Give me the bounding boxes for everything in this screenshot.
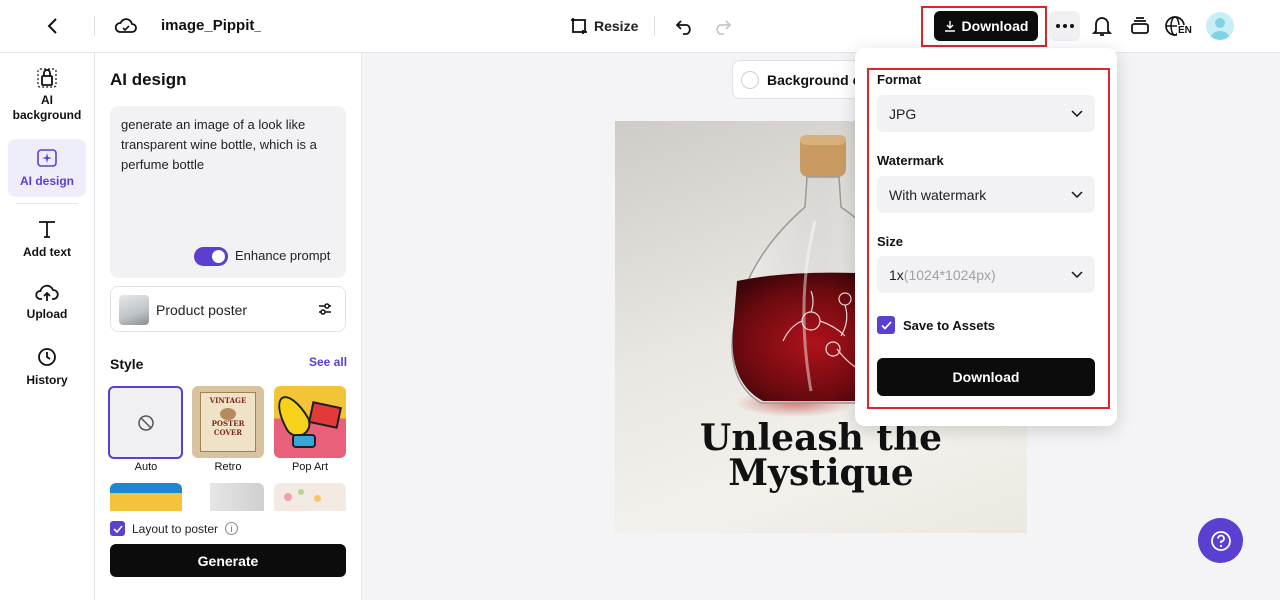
retro-preview-line: POSTER [211, 419, 245, 428]
size-value-detail: (1024*1024px) [903, 266, 996, 283]
bag-lock-icon [37, 68, 57, 88]
poster-headline[interactable]: Unleash the Mystique [615, 417, 1027, 494]
size-value-main: 1x [889, 266, 904, 283]
more-dots-icon [1055, 24, 1074, 28]
nav-label: AI background [12, 93, 82, 122]
style-label-pop-art: Pop Art [291, 461, 329, 473]
prompt-input[interactable]: generate an image of a look like transpa… [110, 106, 346, 278]
layout-to-poster-checkbox[interactable] [110, 521, 125, 536]
left-nav: AI background AI design Add text Upload … [0, 53, 95, 600]
avatar[interactable] [1206, 12, 1234, 40]
bell-icon[interactable] [1087, 11, 1117, 41]
watermark-select[interactable]: With watermark [877, 176, 1095, 213]
ai-design-panel: AI design generate an image of a look li… [95, 53, 362, 600]
style-card-auto[interactable] [108, 386, 183, 459]
style-card-retro[interactable]: VINTAGE POSTER COVER [192, 386, 264, 458]
format-value: JPG [889, 105, 917, 122]
background-color-chip[interactable]: Background co [732, 60, 862, 99]
background-color-label: Background co [767, 71, 862, 88]
resize-button[interactable]: Resize [570, 13, 638, 39]
chevron-down-icon [1071, 270, 1083, 278]
nav-label: AI design [19, 174, 74, 188]
style-card-row2-1[interactable] [110, 483, 182, 511]
generate-button[interactable]: Generate [110, 544, 346, 577]
download-dropdown: Format JPG Watermark With watermark Size… [855, 48, 1117, 426]
chevron-down-icon [1071, 109, 1083, 117]
watermark-value: With watermark [889, 186, 987, 203]
panel-title: AI design [110, 70, 187, 89]
nav-divider [16, 203, 78, 204]
sliders-adjust-icon[interactable] [317, 301, 333, 322]
sparkle-image-icon [37, 149, 57, 167]
file-name[interactable]: image_Pippit_20 [161, 17, 261, 34]
cloud-upload-icon [35, 284, 59, 301]
style-title: Style [110, 356, 144, 372]
stack-layers-icon[interactable] [1125, 11, 1155, 41]
user-avatar-icon [1210, 18, 1230, 40]
checkmark-icon [880, 320, 892, 330]
size-label: Size [877, 234, 904, 249]
divider [94, 16, 95, 36]
watermark-label: Watermark [877, 153, 944, 168]
style-label-auto: Auto [134, 461, 158, 473]
see-all-link[interactable]: See all [309, 355, 347, 369]
back-arrow-icon[interactable] [38, 11, 68, 41]
nav-item-add-text[interactable]: Add text [8, 219, 86, 263]
enhance-prompt-toggle[interactable] [194, 247, 228, 266]
color-swatch-icon [741, 70, 759, 89]
layout-to-poster-row[interactable]: Layout to poster i [110, 521, 239, 536]
nav-label: Add text [23, 245, 71, 259]
style-label-retro: Retro [214, 461, 242, 473]
help-button[interactable] [1198, 518, 1243, 563]
clock-icon [38, 348, 56, 366]
resize-icon [571, 18, 587, 34]
resize-label: Resize [594, 18, 639, 34]
poster-headline-line1: Unleash the [699, 417, 943, 459]
save-to-assets-label: Save to Assets [903, 317, 996, 333]
nav-label: History [26, 373, 68, 387]
nav-item-ai-design[interactable]: AI design [8, 139, 86, 197]
divider [654, 16, 655, 36]
redo-icon[interactable] [707, 11, 737, 41]
top-bar: image_Pippit_20 Resize Download EN [0, 0, 1280, 53]
chevron-down-icon [1071, 190, 1083, 198]
save-to-assets-checkbox[interactable] [877, 316, 895, 334]
text-t-icon [39, 221, 55, 238]
language-button[interactable]: EN [1164, 12, 1196, 40]
question-icon [1210, 530, 1231, 551]
style-card-row2-2[interactable] [192, 483, 264, 511]
layout-to-poster-label: Layout to poster [132, 521, 219, 536]
size-select[interactable]: 1x(1024*1024px) [877, 256, 1095, 293]
retro-preview-line: COVER [213, 428, 243, 437]
retro-preview-line: VINTAGE [209, 396, 247, 405]
enhance-prompt-label: Enhance prompt [235, 248, 331, 263]
format-select[interactable]: JPG [877, 95, 1095, 132]
confirm-download-button[interactable]: Download [877, 358, 1095, 396]
no-style-icon [137, 414, 154, 431]
undo-icon[interactable] [670, 11, 700, 41]
checkmark-icon [112, 524, 123, 533]
nav-item-ai-background[interactable]: AI background [8, 67, 86, 127]
more-options-button[interactable] [1049, 11, 1080, 41]
style-card-row2-3[interactable] [274, 483, 346, 511]
language-badge: EN [1177, 25, 1193, 36]
nav-item-history[interactable]: History [8, 347, 86, 391]
prompt-text[interactable]: generate an image of a look like transpa… [121, 115, 336, 175]
product-thumbnail [119, 295, 149, 325]
nav-item-upload[interactable]: Upload [8, 283, 86, 327]
size-value: 1x(1024*1024px) [889, 267, 996, 283]
style-card-pop-art[interactable] [274, 386, 346, 458]
nav-label: Upload [26, 307, 68, 321]
product-poster-selector[interactable]: Product poster [110, 286, 346, 332]
poster-headline-line2: Mystique [728, 452, 914, 494]
cloud-sync-icon[interactable] [111, 11, 141, 41]
product-label: Product poster [156, 302, 248, 318]
format-label: Format [877, 72, 922, 87]
download-label: Download [961, 18, 1029, 34]
info-icon[interactable]: i [225, 522, 239, 535]
save-to-assets-row[interactable]: Save to Assets [877, 316, 995, 334]
download-button[interactable]: Download [934, 11, 1038, 41]
download-icon [944, 21, 955, 32]
